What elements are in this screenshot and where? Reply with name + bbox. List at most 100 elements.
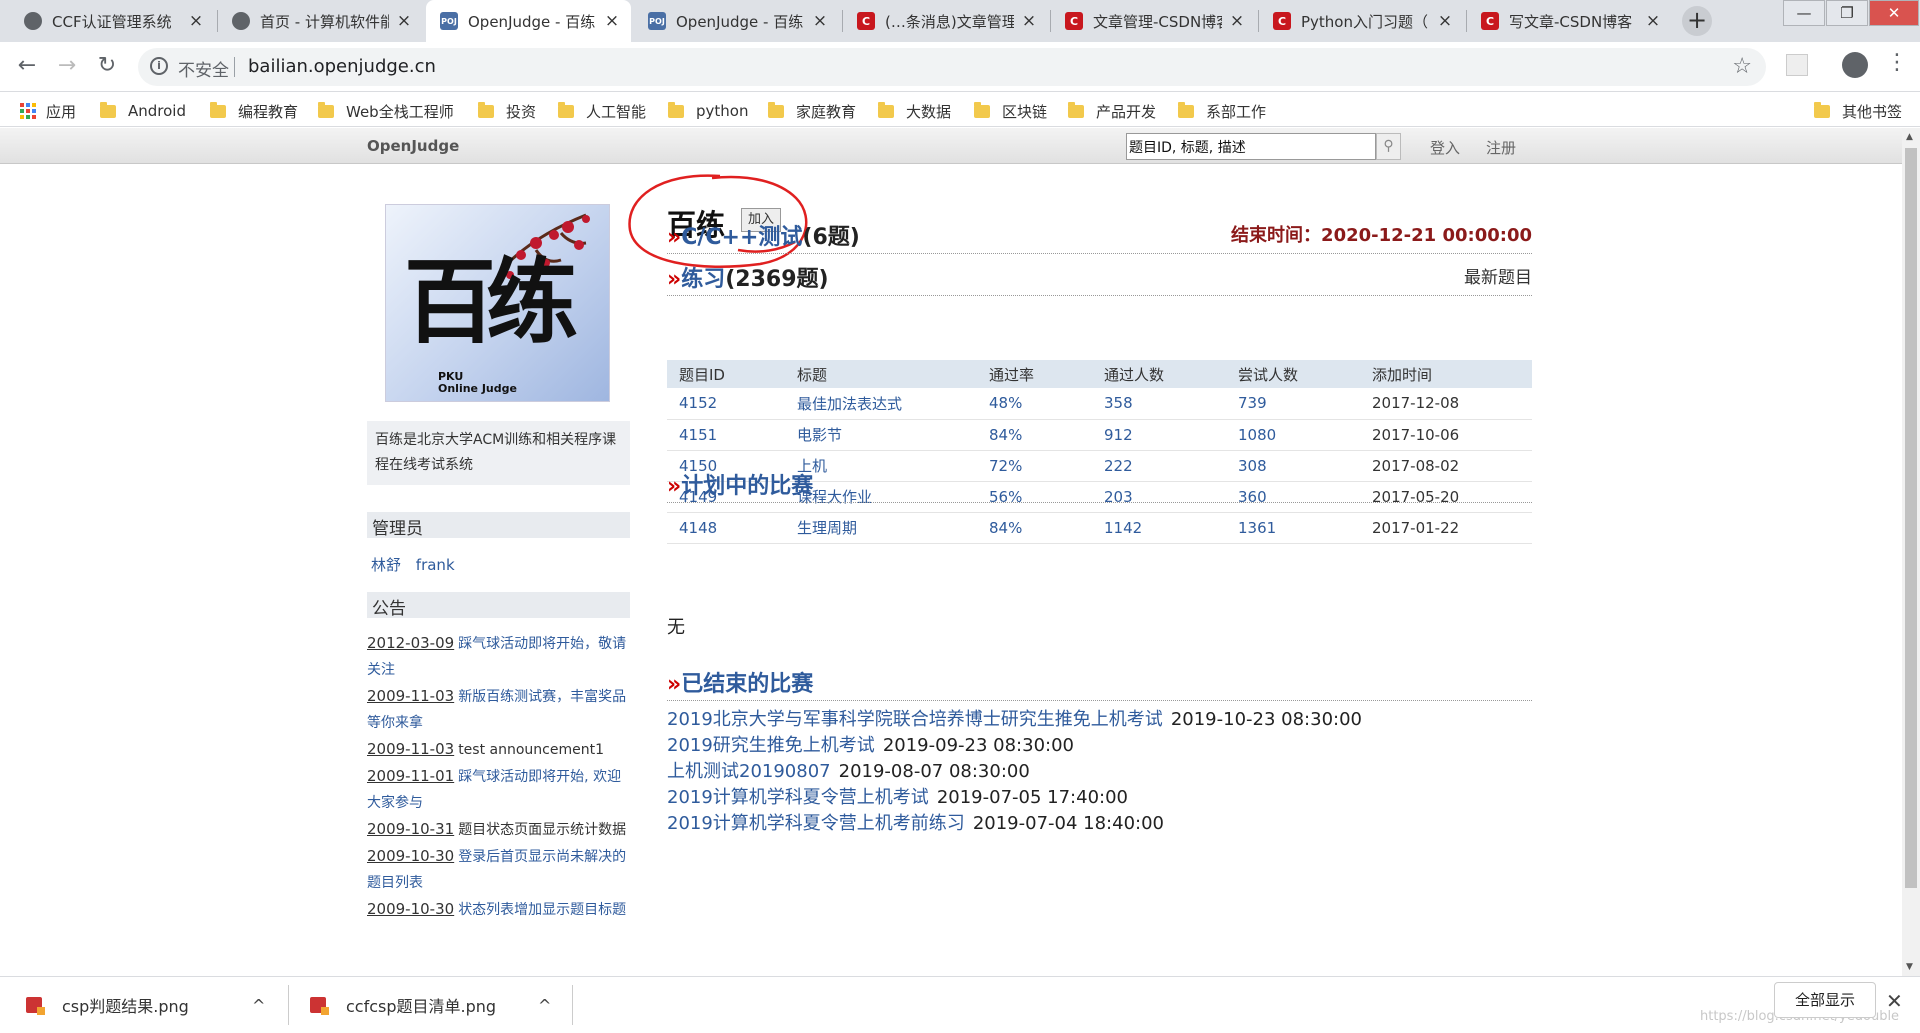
pass-rate-link[interactable]: 84% [977, 419, 1092, 451]
tab-openjudge-active[interactable]: POJ OpenJudge - 百练 × [426, 0, 631, 42]
admin-link[interactable]: frank [416, 556, 455, 574]
close-icon[interactable]: × [811, 11, 829, 31]
close-icon[interactable]: × [1020, 11, 1038, 31]
admin-link[interactable]: 林舒 [371, 556, 401, 574]
passed-count-link[interactable]: 912 [1092, 419, 1226, 451]
close-icon[interactable]: ✕ [1886, 989, 1903, 1013]
tab-csdn-articles[interactable]: C 文章管理-CSDN博客 × [1051, 0, 1256, 42]
scroll-up-icon[interactable]: ▲ [1906, 132, 1913, 142]
passed-count-link[interactable]: 1142 [1092, 512, 1226, 544]
show-all-downloads-button[interactable]: 全部显示 [1774, 982, 1876, 1018]
chevron-up-icon[interactable]: ^ [538, 996, 551, 1015]
tab-title: 首页 - 计算机软件能 [260, 12, 389, 31]
added-date: 2017-01-22 [1360, 512, 1532, 544]
problem-title-link[interactable]: 电影节 [785, 419, 977, 451]
bookmark-folder-programming-edu[interactable]: 编程教育 [210, 99, 298, 123]
maximize-button[interactable]: ❐ [1826, 0, 1868, 26]
url-text[interactable]: bailian.openjudge.cn [248, 56, 436, 77]
contest-link[interactable]: C/C++测试 [681, 225, 802, 250]
logo-chars: 百练 [404, 248, 578, 356]
close-icon[interactable]: × [187, 11, 205, 31]
vertical-scrollbar[interactable]: ▲ ▼ [1902, 128, 1920, 976]
bookmark-apps[interactable]: 应用 [20, 99, 76, 123]
tab-python-exercises[interactable]: C Python入门习题（ × [1259, 0, 1464, 42]
bookmark-folder-blockchain[interactable]: 区块链 [974, 99, 1047, 123]
download-item[interactable]: csp判题结果.png ^ [26, 977, 276, 1033]
contest-time: 2019-07-04 18:40:00 [972, 813, 1164, 834]
back-button[interactable]: ← [12, 52, 42, 82]
list-item: 2019计算机学科夏令营上机考试 2019-07-05 17:40:00 [667, 785, 1362, 811]
close-window-button[interactable]: ✕ [1869, 0, 1919, 26]
bookmark-folder-investment[interactable]: 投资 [478, 99, 536, 123]
bookmark-star-icon[interactable]: ☆ [1732, 54, 1752, 79]
csdn-icon: C [1065, 12, 1083, 30]
new-tab-button[interactable]: + [1682, 6, 1712, 36]
tab-write-article[interactable]: C 写文章-CSDN博客 × [1467, 0, 1672, 42]
problem-id-link[interactable]: 4148 [667, 512, 785, 544]
notice-heading: 公告 [367, 592, 630, 619]
pass-rate-link[interactable]: 84% [977, 512, 1092, 544]
latest-problems-link[interactable]: 最新题目 [1464, 263, 1532, 288]
close-icon[interactable]: × [395, 11, 413, 31]
bookmark-folder-ai[interactable]: 人工智能 [558, 99, 646, 123]
info-icon[interactable]: i [150, 57, 168, 75]
contest-link[interactable]: 2019北京大学与军事科学院联合培养博士研究生推免上机考试 [667, 709, 1163, 730]
address-bar[interactable]: i 不安全 bailian.openjudge.cn ☆ [138, 48, 1766, 86]
tab-home[interactable]: 首页 - 计算机软件能 × [218, 0, 423, 42]
bookmark-folder-other[interactable]: 其他书签 [1814, 99, 1902, 123]
notice-date: 2009-10-31 [367, 820, 455, 838]
problem-id-link[interactable]: 4152 [667, 388, 785, 420]
forward-button[interactable]: → [52, 52, 82, 82]
problem-title-link[interactable]: 最佳加法表达式 [785, 388, 977, 420]
tab-openjudge[interactable]: POJ OpenJudge - 百练 × [634, 0, 839, 42]
extension-icon[interactable] [1786, 54, 1808, 76]
contest-link[interactable]: 2019计算机学科夏令营上机考试 [667, 787, 929, 808]
site-brand-link[interactable]: OpenJudge [367, 137, 459, 155]
contest-link[interactable]: 2019研究生推免上机考试 [667, 735, 875, 756]
problem-search-input[interactable] [1126, 133, 1376, 160]
menu-kebab-icon[interactable]: ⋮ [1886, 50, 1908, 75]
search-icon[interactable]: ⚲ [1376, 133, 1401, 160]
tab-ccf[interactable]: CCF认证管理系统 × [10, 0, 215, 42]
download-item[interactable]: ccfcsp题目清单.png ^ [310, 977, 560, 1033]
column-header: 题目ID [667, 360, 785, 388]
close-icon[interactable]: × [603, 11, 621, 31]
bookmark-folder-web-fullstack[interactable]: Web全栈工程师 [318, 99, 454, 123]
bookmark-folder-family-edu[interactable]: 家庭教育 [768, 99, 856, 123]
close-icon[interactable]: × [1644, 11, 1662, 31]
attempt-count-link[interactable]: 739 [1226, 388, 1360, 420]
contest-end-time: 结束时间：2020-12-21 00:00:00 [1231, 225, 1532, 246]
logo-caption-bottom: Online Judge [438, 382, 517, 395]
minimize-button[interactable]: — [1783, 0, 1825, 26]
scroll-down-icon[interactable]: ▼ [1906, 962, 1913, 972]
tab-csdn-messages[interactable]: C (…条消息)文章管理 × [843, 0, 1048, 42]
register-link[interactable]: 注册 [1486, 137, 1516, 158]
notice-link[interactable]: 状态列表增加显示题目标题 [458, 902, 626, 918]
bookmark-folder-android[interactable]: Android [100, 99, 186, 123]
reload-button[interactable]: ↻ [92, 52, 122, 82]
practice-link[interactable]: 练习 [681, 267, 725, 292]
bookmark-folder-dept-work[interactable]: 系部工作 [1178, 99, 1266, 123]
bookmark-folder-bigdata[interactable]: 大数据 [878, 99, 951, 123]
chevron-up-icon[interactable]: ^ [252, 996, 265, 1015]
problem-title-link[interactable]: 生理周期 [785, 512, 977, 544]
list-item: 2019研究生推免上机考试 2019-09-23 08:30:00 [667, 733, 1362, 759]
bookmark-folder-product-dev[interactable]: 产品开发 [1068, 99, 1156, 123]
contest-link[interactable]: 上机测试20190807 [667, 761, 831, 782]
profile-avatar-icon[interactable] [1842, 52, 1868, 78]
attempt-count-link[interactable]: 1080 [1226, 419, 1360, 451]
bookmark-folder-python[interactable]: python [668, 99, 748, 123]
scrollbar-thumb[interactable] [1905, 148, 1917, 888]
csdn-icon: C [1481, 12, 1499, 30]
attempt-count-link[interactable]: 1361 [1226, 512, 1360, 544]
close-icon[interactable]: × [1228, 11, 1246, 31]
problem-id-link[interactable]: 4151 [667, 419, 785, 451]
passed-count-link[interactable]: 358 [1092, 388, 1226, 420]
image-file-icon [26, 997, 45, 1015]
contest-link[interactable]: 2019计算机学科夏令营上机考前练习 [667, 813, 965, 834]
login-link[interactable]: 登入 [1430, 137, 1460, 158]
pass-rate-link[interactable]: 48% [977, 388, 1092, 420]
contest-time: 2019-07-05 17:40:00 [936, 787, 1128, 808]
download-divider [288, 985, 289, 1025]
close-icon[interactable]: × [1436, 11, 1454, 31]
